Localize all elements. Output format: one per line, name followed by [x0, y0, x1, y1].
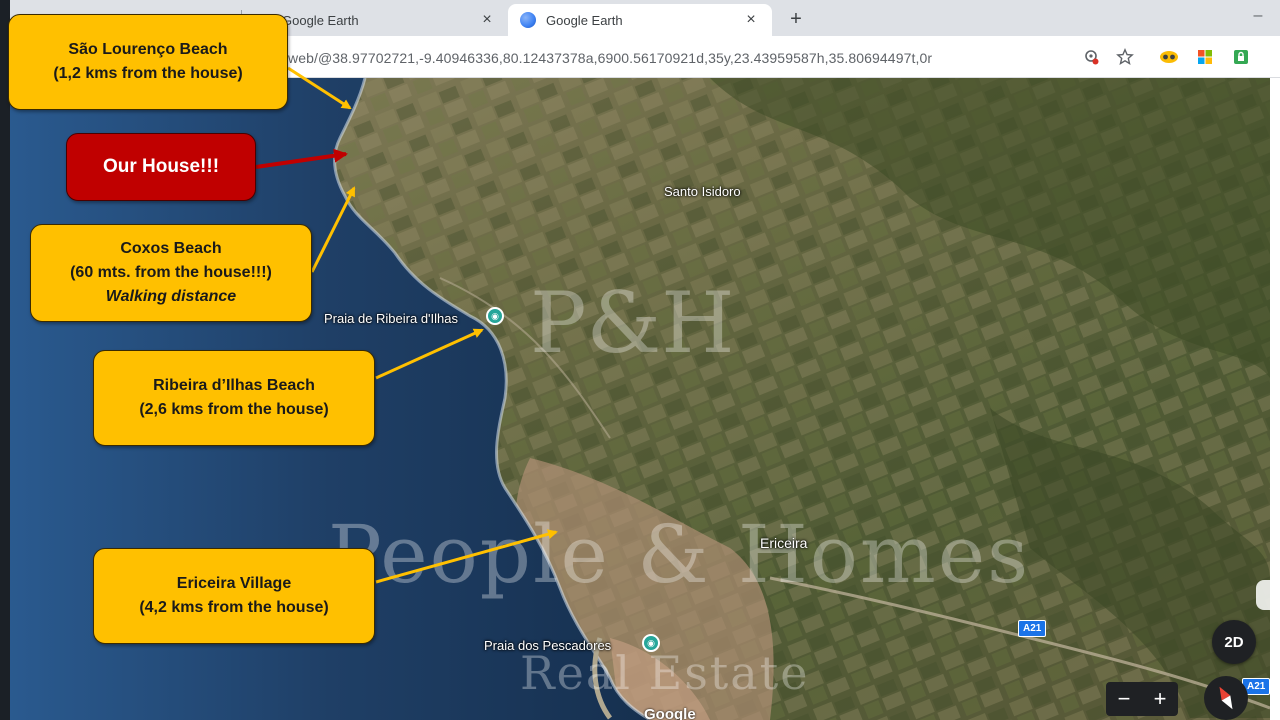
- left-window-edge: [0, 0, 10, 720]
- callout-ericeira-village: Ericeira Village (4,2 kms from the house…: [93, 548, 375, 644]
- map-label-praia-pescadores[interactable]: Praia dos Pescadores: [484, 638, 611, 653]
- callout-distance: (2,6 kms from the house): [139, 401, 329, 418]
- minimize-button[interactable]: –: [1248, 6, 1268, 26]
- close-icon[interactable]: ×: [478, 11, 496, 29]
- road-shield-a21: A21: [1018, 620, 1047, 637]
- callout-title: Coxos Beach: [120, 240, 222, 257]
- compass-icon: [1219, 686, 1233, 710]
- google-earth-favicon-icon: [520, 12, 536, 28]
- callout-title: Ribeira d’Ilhas Beach: [153, 377, 315, 394]
- extension-glasses-icon[interactable]: [1158, 46, 1180, 68]
- view-2d-button[interactable]: 2D: [1212, 620, 1256, 664]
- watermark-monogram: P&H: [530, 274, 735, 372]
- windows-icon[interactable]: [1194, 46, 1216, 68]
- callout-distance: (1,2 kms from the house): [53, 65, 243, 82]
- lock-extension-icon[interactable]: [1230, 46, 1252, 68]
- beach-poi-icon[interactable]: ◉: [486, 307, 504, 325]
- callout-our-house: Our House!!!: [66, 133, 256, 201]
- watermark-title: People & Homes: [328, 508, 1031, 601]
- callout-distance: (4,2 kms from the house): [139, 599, 329, 616]
- location-icon[interactable]: [1080, 46, 1102, 68]
- callout-title: Our House!!!: [102, 156, 220, 177]
- close-icon[interactable]: ×: [742, 11, 760, 29]
- zoom-controls: − +: [1106, 682, 1178, 716]
- zoom-in-button[interactable]: +: [1142, 682, 1178, 716]
- callout-coxos-beach: Coxos Beach (60 mts. from the house!!!) …: [30, 224, 312, 322]
- side-panel-handle[interactable]: [1256, 580, 1272, 610]
- tab-google-earth-2[interactable]: Google Earth ×: [508, 4, 772, 36]
- map-label-praia-ribeira[interactable]: Praia de Ribeira d'Ilhas: [324, 311, 458, 326]
- address-bar-url[interactable]: web/@38.97702721,-9.40946336,80.12437378…: [288, 50, 932, 66]
- callout-title: São Lourenço Beach: [68, 41, 228, 58]
- zoom-out-button[interactable]: −: [1106, 682, 1142, 716]
- beach-poi-icon[interactable]: ◉: [642, 634, 660, 652]
- callout-ribeira-beach: Ribeira d’Ilhas Beach (2,6 kms from the …: [93, 350, 375, 446]
- callout-note: Walking distance: [105, 288, 237, 305]
- watermark-subtitle: Real Estate: [520, 646, 810, 700]
- new-tab-button[interactable]: +: [784, 7, 808, 31]
- star-icon[interactable]: [1114, 46, 1136, 68]
- compass-button[interactable]: [1204, 676, 1248, 720]
- map-label-santo-isidoro[interactable]: Santo Isidoro: [664, 184, 741, 199]
- google-logo: Google: [644, 706, 696, 720]
- tab-title: Google Earth: [546, 12, 623, 28]
- callout-sao-lourenco-beach: São Lourenço Beach (1,2 kms from the hou…: [8, 14, 288, 110]
- callout-distance: (60 mts. from the house!!!): [70, 264, 272, 281]
- map-label-ericeira[interactable]: Ericeira: [760, 535, 807, 551]
- callout-title: Ericeira Village: [176, 575, 292, 592]
